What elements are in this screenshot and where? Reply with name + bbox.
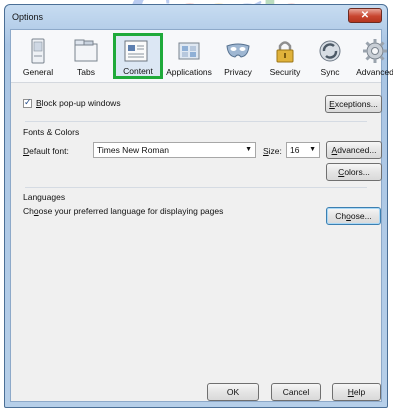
colors-button[interactable]: Colors... (326, 163, 382, 181)
languages-description: Choose your preferred language for displ… (23, 206, 224, 216)
choose-language-button[interactable]: Choose... (326, 207, 381, 225)
pane-privacy[interactable]: Privacy (216, 34, 260, 78)
pane-advanced[interactable]: Advanced (353, 34, 393, 78)
pane-applications[interactable]: Applications (166, 34, 212, 78)
tabs-icon (74, 39, 98, 62)
dialog-client: General Tabs Content Applications Privac… (10, 29, 393, 402)
gear-icon (363, 39, 387, 63)
padlock-icon (276, 41, 294, 63)
pane-toolbar: General Tabs Content Applications Privac… (11, 30, 393, 83)
default-font-select[interactable]: Times New Roman ▼ (93, 142, 256, 158)
default-font-label: Default font: (23, 146, 69, 156)
window-title: Options (12, 12, 44, 22)
ok-button[interactable]: OK (207, 383, 259, 401)
general-icon (31, 38, 45, 64)
close-button[interactable]: ✕ (348, 8, 382, 23)
title-bar[interactable]: Options ✕ (5, 5, 387, 27)
separator (25, 187, 367, 188)
pane-label: Advanced (356, 67, 393, 77)
font-size-select[interactable]: 16 ▼ (286, 142, 320, 158)
chevron-down-icon: ▼ (245, 146, 252, 153)
languages-group-title: Languages (23, 192, 66, 202)
applications-icon (178, 42, 200, 60)
content-icon (124, 40, 148, 62)
default-font-value: Times New Roman (97, 145, 169, 155)
separator (25, 121, 367, 122)
pane-tabs[interactable]: Tabs (64, 34, 108, 78)
help-button[interactable]: Help (332, 383, 381, 401)
advanced-fonts-button[interactable]: Advanced... (326, 141, 382, 159)
exceptions-button[interactable]: Exceptions... (325, 95, 382, 113)
sync-icon (319, 40, 341, 62)
close-icon: ✕ (360, 10, 370, 21)
pane-content[interactable]: Content (113, 33, 163, 79)
block-popups-checkbox[interactable] (23, 97, 32, 108)
options-window: Options ✕ General Tabs Content Applicati… (4, 4, 393, 408)
size-label: Size: (263, 146, 282, 156)
block-popups-label[interactable]: Block pop-up windows (36, 98, 121, 108)
privacy-mask-icon (226, 43, 250, 58)
fonts-group-title: Fonts & Colors (23, 127, 80, 137)
cancel-button[interactable]: Cancel (271, 383, 321, 401)
font-size-value: 16 (290, 145, 300, 155)
chevron-down-icon: ▼ (309, 146, 316, 153)
pane-general[interactable]: General (16, 34, 60, 78)
